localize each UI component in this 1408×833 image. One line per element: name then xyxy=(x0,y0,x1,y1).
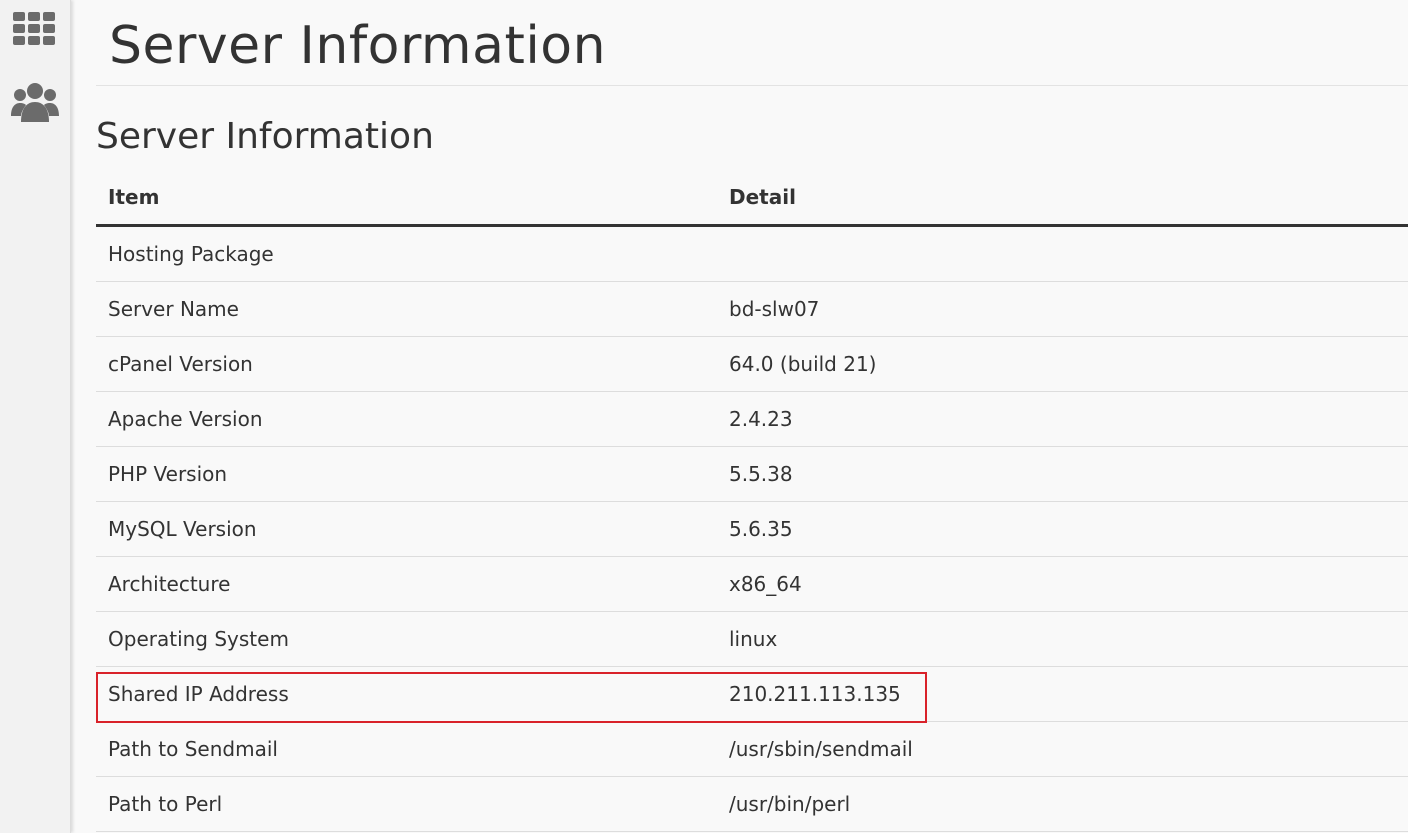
title-divider xyxy=(96,85,1408,86)
table-row: Operating System linux xyxy=(96,611,1408,667)
table-row: cPanel Version 64.0 (build 21) xyxy=(96,336,1408,392)
sidebar xyxy=(0,0,71,833)
row-detail-value: 64.0 (build 21) xyxy=(717,336,1408,392)
section-title: Server Information xyxy=(96,116,434,157)
row-detail-value: /usr/sbin/sendmail xyxy=(717,721,1408,777)
server-info-table: Item Detail Hosting Package Server Name … xyxy=(96,170,1408,832)
table-row: Architecture x86_64 xyxy=(96,556,1408,612)
row-detail-value xyxy=(717,225,1408,282)
row-detail-value: 5.5.38 xyxy=(717,446,1408,502)
row-detail-value: 210.211.113.135 xyxy=(717,666,1408,722)
users-button[interactable] xyxy=(8,77,62,127)
row-item-label: Path to Sendmail xyxy=(96,721,717,777)
row-detail-value: /usr/bin/perl xyxy=(717,776,1408,832)
page-title: Server Information xyxy=(109,16,607,76)
apps-button[interactable] xyxy=(8,4,62,54)
row-detail-value: 2.4.23 xyxy=(717,391,1408,447)
table-row: Path to Perl /usr/bin/perl xyxy=(96,776,1408,832)
row-detail-value: bd-slw07 xyxy=(717,281,1408,337)
table-row: Apache Version 2.4.23 xyxy=(96,391,1408,447)
row-item-label: Hosting Package xyxy=(96,225,717,282)
column-header-item: Item xyxy=(96,170,717,227)
table-row: Path to Sendmail /usr/sbin/sendmail xyxy=(96,721,1408,777)
row-item-label: PHP Version xyxy=(96,446,717,502)
grid-icon xyxy=(13,12,55,45)
row-detail-value: x86_64 xyxy=(717,556,1408,612)
row-item-label: Apache Version xyxy=(96,391,717,447)
table-row: MySQL Version 5.6.35 xyxy=(96,501,1408,557)
row-item-label: Shared IP Address xyxy=(96,666,717,722)
column-header-detail: Detail xyxy=(717,170,1408,227)
row-detail-value: 5.6.35 xyxy=(717,501,1408,557)
table-row-shared-ip: Shared IP Address 210.211.113.135 xyxy=(96,666,1408,722)
table-row: Server Name bd-slw07 xyxy=(96,281,1408,337)
row-item-label: Path to Perl xyxy=(96,776,717,832)
users-icon xyxy=(11,83,59,122)
table-row: PHP Version 5.5.38 xyxy=(96,446,1408,502)
main-content: Server Information Server Information It… xyxy=(96,0,1408,833)
row-item-label: cPanel Version xyxy=(96,336,717,392)
row-item-label: Server Name xyxy=(96,281,717,337)
row-detail-value: linux xyxy=(717,611,1408,667)
row-item-label: MySQL Version xyxy=(96,501,717,557)
row-item-label: Architecture xyxy=(96,556,717,612)
table-row: Hosting Package xyxy=(96,225,1408,282)
row-item-label: Operating System xyxy=(96,611,717,667)
table-header-row: Item Detail xyxy=(96,170,1408,227)
